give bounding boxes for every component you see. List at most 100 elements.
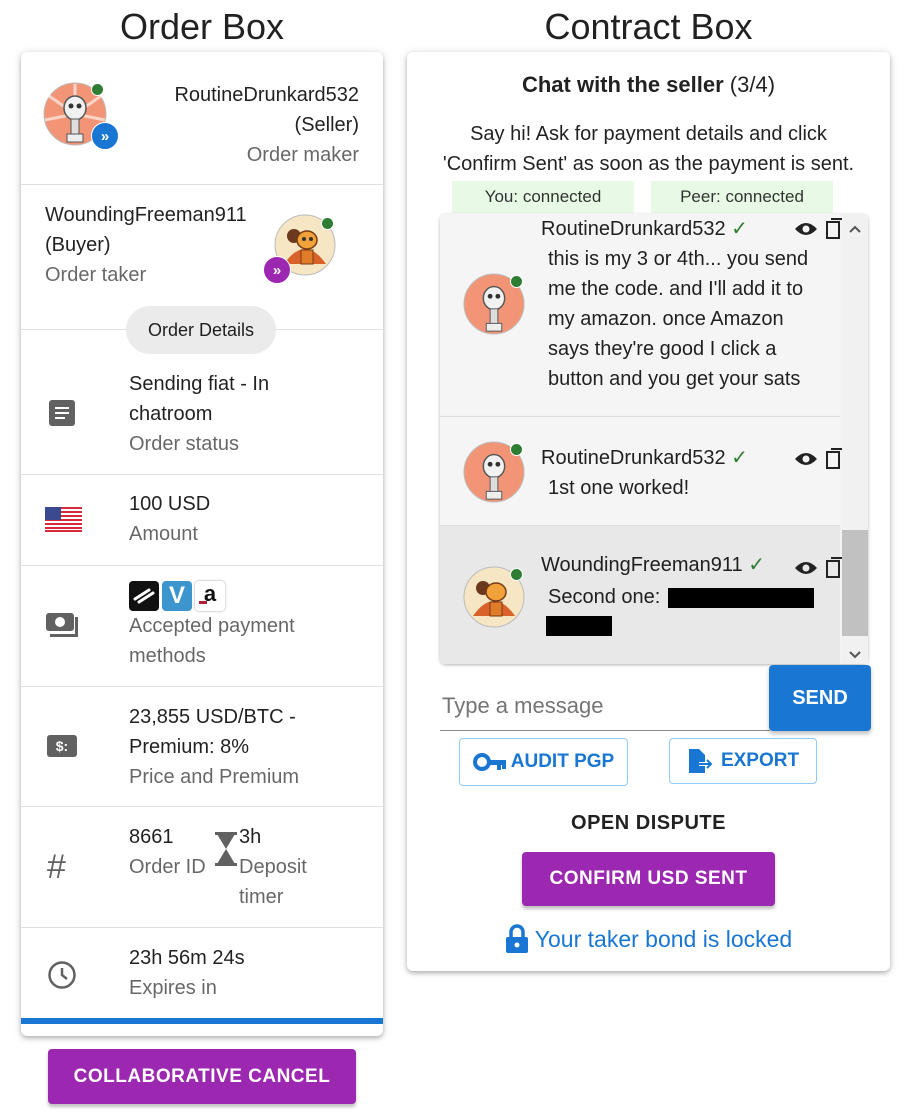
- collaborative-cancel-button[interactable]: COLLABORATIVE CANCEL: [48, 1049, 356, 1104]
- message-online-dot: [510, 568, 523, 581]
- maker-caption: Order maker: [246, 144, 359, 166]
- deposit-caption-line1: Deposit: [239, 856, 307, 878]
- clock-icon: [47, 960, 77, 990]
- confirm-sent-button[interactable]: CONFIRM USD SENT: [522, 852, 775, 906]
- us-flag-icon: [45, 507, 82, 532]
- redacted-block: [546, 616, 612, 636]
- check-icon: ✓: [748, 554, 765, 576]
- chat-scrollbar[interactable]: [842, 214, 868, 664]
- order-id-info: 8661 Order ID: [129, 822, 206, 882]
- bond-status: Your taker bond is locked: [407, 924, 890, 954]
- taker-caption: Order taker: [45, 264, 147, 286]
- chat-intro: Say hi! Ask for payment details and clic…: [407, 119, 890, 179]
- maker-arrow-icon: »: [91, 122, 119, 150]
- divider: [21, 806, 383, 807]
- export-button[interactable]: EXPORT: [669, 738, 817, 784]
- audit-pgp-label: AUDIT PGP: [510, 751, 615, 772]
- chat-title: Chat with the seller: [521, 72, 724, 97]
- taker-arrow-icon: »: [263, 256, 291, 284]
- deposit-info: 3h Deposit timer: [239, 822, 307, 912]
- message-line: 1st one worked!: [548, 477, 690, 499]
- price-line2: Premium: 8%: [129, 736, 250, 758]
- payment-caption-line2: methods: [129, 645, 206, 667]
- price-line1: 23,855 USD/BTC -: [129, 706, 296, 728]
- maker-role: (Seller): [294, 114, 359, 136]
- message-author-name: WoundingFreeman911: [541, 554, 743, 576]
- chat-message: RoutineDrunkard532 ✓ 1st one worked!: [440, 416, 844, 525]
- message-author: RoutineDrunkard532 ✓: [541, 445, 748, 470]
- price-info: 23,855 USD/BTC - Premium: 8% Price and P…: [129, 702, 299, 792]
- message-online-dot: [510, 275, 523, 288]
- payment-caption-line1: Accepted payment: [129, 615, 295, 637]
- message-line: button and you get your sats: [548, 368, 801, 390]
- message-author: WoundingFreeman911 ✓: [541, 552, 765, 577]
- divider: [21, 927, 383, 928]
- order-id-value: 8661: [129, 826, 174, 848]
- taker-online-dot: [321, 217, 334, 230]
- redacted-block: [668, 588, 814, 608]
- send-button[interactable]: SEND: [769, 665, 871, 731]
- order-id-caption: Order ID: [129, 856, 206, 878]
- amount-caption: Amount: [129, 523, 198, 545]
- deposit-value: 3h: [239, 826, 262, 848]
- chat-count: (3/4): [729, 72, 776, 97]
- key-icon: [472, 753, 506, 771]
- scrollbar-thumb[interactable]: [842, 530, 868, 636]
- divider: [21, 565, 383, 566]
- scroll-down-icon[interactable]: [849, 646, 861, 664]
- chat-intro-line1: Say hi! Ask for payment details and clic…: [470, 123, 827, 145]
- check-icon: ✓: [731, 218, 748, 240]
- maker-info: RoutineDrunkard532 (Seller) Order maker: [174, 80, 359, 170]
- chat-message: WoundingFreeman911 ✓ Second one:: [440, 525, 844, 664]
- status-caption: Order status: [129, 433, 240, 455]
- chat-message: RoutineDrunkard532 ✓ this is my 3 or 4th…: [440, 214, 844, 414]
- message-online-dot: [510, 443, 523, 456]
- maker-online-dot: [91, 83, 104, 96]
- price-icon: $:: [47, 735, 77, 757]
- payment-caption: Accepted payment methods: [129, 611, 295, 671]
- message-author: RoutineDrunkard532 ✓: [541, 216, 748, 241]
- taker-role: (Buyer): [45, 234, 111, 256]
- you-connected-chip: You: connected: [452, 181, 634, 213]
- amazon-icon: a: [195, 581, 225, 611]
- message-text: this is my 3 or 4th... you send me the c…: [548, 244, 838, 394]
- bond-status-text: Your taker bond is locked: [534, 925, 793, 952]
- deposit-caption-line2: timer: [239, 886, 284, 908]
- message-author-name: RoutineDrunkard532: [541, 218, 726, 240]
- venmo-icon: V: [162, 581, 192, 611]
- scroll-up-icon[interactable]: [849, 220, 861, 236]
- order-box-title: Order Box: [119, 6, 285, 47]
- chat-intro-line2: 'Confirm Sent' as soon as the payment is…: [442, 153, 855, 175]
- divider: [21, 184, 383, 185]
- contract-box-title: Contract Box: [544, 6, 753, 47]
- hash-icon: #: [47, 848, 66, 886]
- eye-icon[interactable]: [794, 560, 818, 581]
- hourglass-icon: [215, 832, 237, 866]
- status-info: Sending fiat - In chatroom Order status: [129, 369, 269, 459]
- message-author-name: RoutineDrunkard532: [541, 447, 726, 469]
- message-line: my amazon. once Amazon: [548, 308, 784, 330]
- order-details-chip[interactable]: Order Details: [126, 306, 276, 354]
- order-box: » RoutineDrunkard532 (Seller) Order make…: [21, 52, 383, 1036]
- open-dispute-button[interactable]: OPEN DISPUTE: [407, 812, 890, 835]
- peer-connected-chip: Peer: connected: [651, 181, 833, 213]
- eye-icon[interactable]: [794, 220, 818, 243]
- expires-caption: Expires in: [129, 977, 217, 999]
- expiry-progress-bar: [21, 1018, 383, 1024]
- status-line2: chatroom: [129, 403, 213, 425]
- check-icon: ✓: [731, 447, 748, 469]
- message-line: says they're good I click a: [548, 338, 777, 360]
- expires-value: 23h 56m 24s: [129, 947, 245, 969]
- export-label: EXPORT: [720, 750, 800, 771]
- divider: [21, 686, 383, 687]
- message-line: this is my 3 or 4th... you send: [548, 248, 809, 270]
- price-caption: Price and Premium: [129, 766, 300, 788]
- export-file-icon: [688, 749, 713, 773]
- lock-icon: [505, 924, 528, 953]
- taker-name: WoundingFreeman911: [45, 204, 247, 226]
- strike-icon: [129, 581, 159, 611]
- message-text: 1st one worked!: [548, 473, 838, 503]
- message-input[interactable]: [440, 682, 770, 731]
- eye-icon[interactable]: [794, 451, 818, 472]
- audit-pgp-button[interactable]: AUDIT PGP: [459, 738, 628, 786]
